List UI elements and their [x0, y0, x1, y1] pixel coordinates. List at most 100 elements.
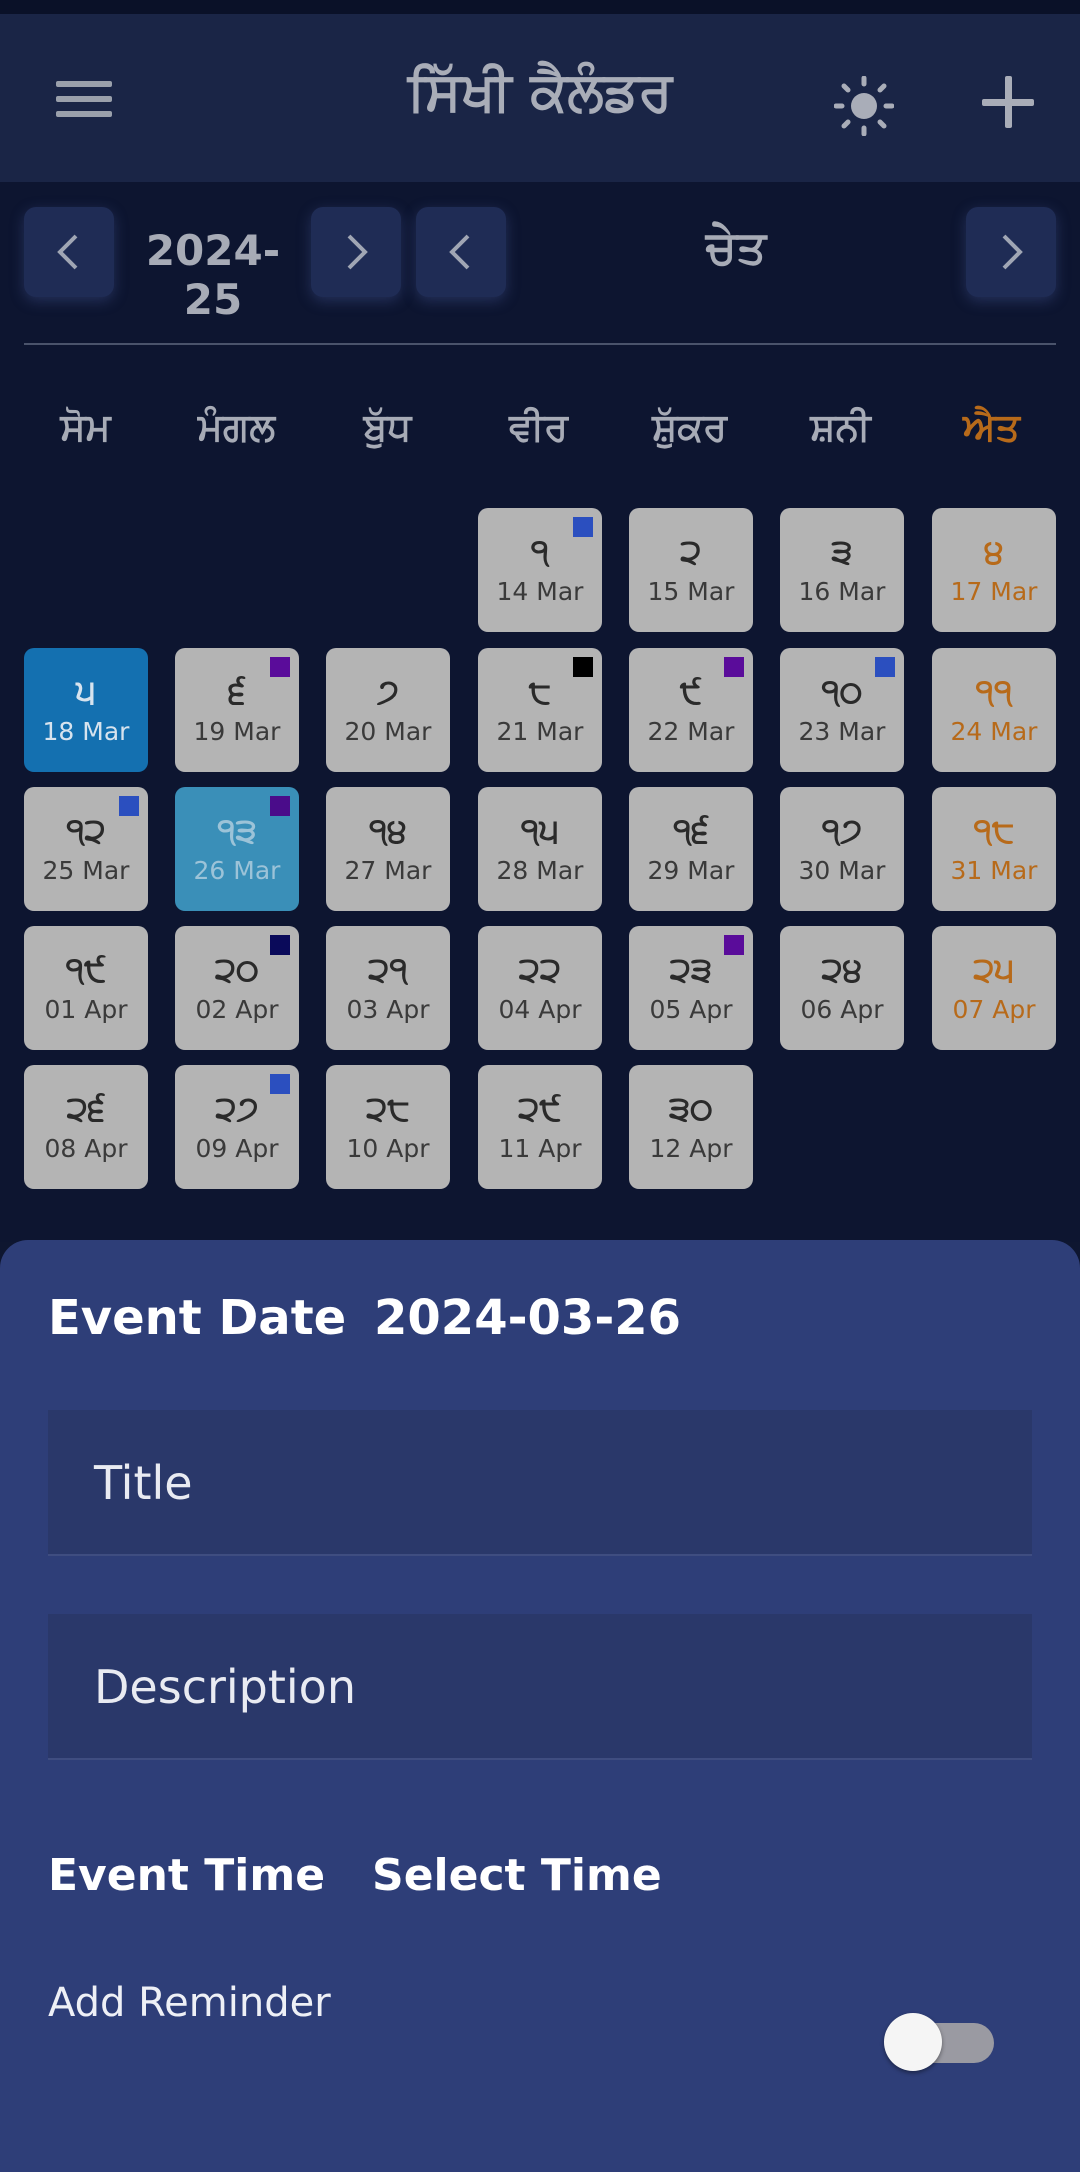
day-cell[interactable]: ੧੫ 28 Mar	[478, 787, 602, 911]
gurmukhi-date: ੧੩	[217, 811, 257, 851]
title-input[interactable]: Title	[48, 1410, 1032, 1556]
sun-icon[interactable]	[833, 75, 895, 137]
gregorian-date: 25 Mar	[42, 856, 130, 885]
toggle-knob	[884, 2013, 942, 2071]
day-cell[interactable]: ੧੦ 23 Mar	[780, 648, 904, 772]
gregorian-date: 26 Mar	[193, 856, 281, 885]
event-marker	[573, 657, 593, 677]
gregorian-date: 16 Mar	[798, 577, 886, 606]
gurmukhi-date: ੫	[75, 672, 97, 712]
day-cell[interactable]: ੬ 19 Mar	[175, 648, 299, 772]
day-cell[interactable]: ੨੬ 08 Apr	[24, 1065, 148, 1189]
gregorian-date: 20 Mar	[344, 717, 432, 746]
chevron-left-icon	[57, 234, 78, 270]
event-marker	[724, 657, 744, 677]
gurmukhi-date: ੨੧	[368, 950, 408, 990]
gregorian-date: 03 Apr	[346, 995, 430, 1024]
gurmukhi-date: ੧੭	[821, 811, 863, 851]
gurmukhi-date: ੨੨	[518, 950, 562, 990]
day-cell[interactable]: ੨੪ 06 Apr	[780, 926, 904, 1050]
gurmukhi-date: ੨੬	[66, 1089, 106, 1129]
day-cell[interactable]: ੩੦ 12 Apr	[629, 1065, 753, 1189]
gurmukhi-date: ੨੫	[973, 950, 1015, 990]
day-cell[interactable]: ੨੯ 11 Apr	[478, 1065, 602, 1189]
day-cell[interactable]: ੪ 17 Mar	[932, 508, 1056, 632]
weekday-sun: ਐਤ	[963, 405, 1020, 449]
day-cell[interactable]: ੭ 20 Mar	[326, 648, 450, 772]
gurmukhi-date: ੩	[831, 532, 853, 572]
day-cell[interactable]: ੨੭ 09 Apr	[175, 1065, 299, 1189]
day-cell[interactable]: ੯ 22 Mar	[629, 648, 753, 772]
gregorian-date: 09 Apr	[195, 1134, 279, 1163]
gurmukhi-date: ੬	[228, 672, 246, 712]
day-cell[interactable]: ੧੮ 31 Mar	[932, 787, 1056, 911]
gurmukhi-date: ੧੧	[975, 672, 1013, 712]
gurmukhi-date: ੧੫	[520, 811, 560, 851]
description-input[interactable]: Description	[48, 1614, 1032, 1760]
day-cell[interactable]: ੩ 16 Mar	[780, 508, 904, 632]
weekday-tue: ਮੰਗਲ	[197, 405, 276, 449]
gregorian-date: 21 Mar	[496, 717, 584, 746]
day-cell[interactable]: ੨੮ 10 Apr	[326, 1065, 450, 1189]
gurmukhi-date: ੧੨	[66, 811, 106, 851]
gregorian-date: 14 Mar	[496, 577, 584, 606]
menu-icon[interactable]	[56, 77, 112, 121]
event-date-value[interactable]: 2024-03-26	[374, 1290, 681, 1346]
select-time-button[interactable]: Select Time	[372, 1850, 662, 1901]
prev-year-button[interactable]	[24, 207, 114, 297]
day-cell[interactable]: ੨੧ 03 Apr	[326, 926, 450, 1050]
day-cell[interactable]: ੨੫ 07 Apr	[932, 926, 1056, 1050]
gregorian-date: 11 Apr	[498, 1134, 582, 1163]
gurmukhi-date: ੧੦	[821, 672, 863, 712]
gurmukhi-date: ੧੪	[368, 811, 408, 851]
plus-icon[interactable]	[982, 76, 1034, 128]
gurmukhi-date: ੨	[680, 532, 702, 572]
event-marker	[270, 657, 290, 677]
gurmukhi-date: ੪	[984, 532, 1004, 572]
event-marker	[270, 935, 290, 955]
gregorian-date: 30 Mar	[798, 856, 886, 885]
next-month-button[interactable]	[966, 207, 1056, 297]
divider	[24, 343, 1056, 345]
gregorian-date: 02 Apr	[195, 995, 279, 1024]
gurmukhi-date: ੮	[528, 672, 552, 712]
app-title: ਸਿੱਖੀ ਕੈਲੰਡਰ	[407, 60, 673, 123]
gregorian-date: 31 Mar	[950, 856, 1038, 885]
gurmukhi-date: ੨੯	[518, 1089, 562, 1129]
day-cell[interactable]: ੨੦ 02 Apr	[175, 926, 299, 1050]
day-cell[interactable]: ੧ 14 Mar	[478, 508, 602, 632]
gurmukhi-date: ੨੭	[215, 1089, 259, 1129]
month-label: ਚੇਤ	[705, 220, 767, 274]
weekday-sat: ਸ਼ਨੀ	[810, 405, 871, 449]
gurmukhi-date: ੧੬	[673, 811, 709, 851]
day-cell[interactable]: ੮ 21 Mar	[478, 648, 602, 772]
gregorian-date: 29 Mar	[647, 856, 735, 885]
reminder-toggle[interactable]	[884, 2013, 994, 2071]
gurmukhi-date: ੨੩	[669, 950, 713, 990]
day-cell[interactable]: ੧੯ 01 Apr	[24, 926, 148, 1050]
day-cell[interactable]: ੧੬ 29 Mar	[629, 787, 753, 911]
day-cell[interactable]: ੧੩ 26 Mar	[175, 787, 299, 911]
gregorian-date: 12 Apr	[649, 1134, 733, 1163]
day-cell[interactable]: ੧੧ 24 Mar	[932, 648, 1056, 772]
next-year-button[interactable]	[311, 207, 401, 297]
day-cell[interactable]: ੧੨ 25 Mar	[24, 787, 148, 911]
day-cell[interactable]: ੨ 15 Mar	[629, 508, 753, 632]
prev-month-button[interactable]	[416, 207, 506, 297]
status-bar	[0, 0, 1080, 14]
weekday-fri: ਸ਼ੁੱਕਰ	[652, 405, 727, 449]
gregorian-date: 15 Mar	[647, 577, 735, 606]
gregorian-date: 08 Apr	[44, 1134, 128, 1163]
gurmukhi-date: ੨੪	[821, 950, 863, 990]
event-time-label: Event Time	[48, 1850, 326, 1901]
event-marker	[119, 796, 139, 816]
gurmukhi-date: ੧	[530, 532, 550, 572]
day-cell[interactable]: ੧੭ 30 Mar	[780, 787, 904, 911]
day-cell[interactable]: ੧੪ 27 Mar	[326, 787, 450, 911]
description-placeholder: Description	[94, 1660, 356, 1714]
gregorian-date: 18 Mar	[42, 717, 130, 746]
day-cell[interactable]: ੫ 18 Mar	[24, 648, 148, 772]
day-cell[interactable]: ੨੨ 04 Apr	[478, 926, 602, 1050]
day-cell[interactable]: ੨੩ 05 Apr	[629, 926, 753, 1050]
gurmukhi-date: ੧੯	[65, 950, 107, 990]
